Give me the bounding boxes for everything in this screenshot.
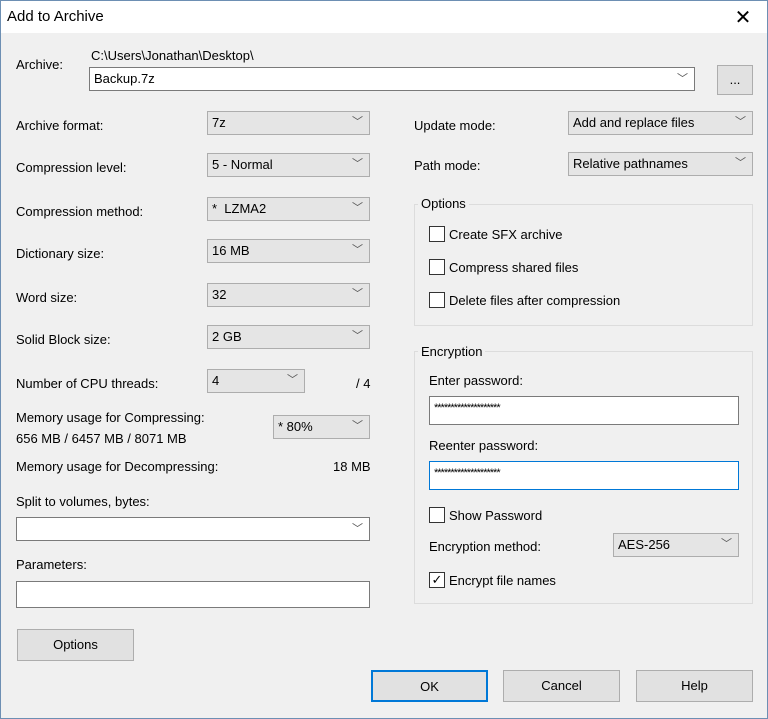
word-size-value: 32: [212, 287, 227, 302]
chevron-down-icon: ﹀: [352, 158, 363, 170]
dictionary-size-label: Dictionary size:: [16, 246, 105, 261]
dictionary-size-select[interactable]: 16 MB ﹀: [207, 239, 370, 263]
path-mode-label: Path mode:: [414, 158, 481, 173]
encryption-method-label: Encryption method:: [429, 539, 542, 554]
options-group-title: Options: [418, 196, 469, 211]
reenter-password-input[interactable]: ********************: [429, 461, 739, 490]
archive-format-select[interactable]: 7z ﹀: [207, 111, 370, 135]
checkmark-icon: ✓: [431, 572, 443, 587]
update-mode-value: Add and replace files: [573, 115, 695, 130]
encrypt-names-label: Encrypt file names: [449, 573, 556, 588]
encryption-method-select[interactable]: AES-256 ﹀: [613, 533, 739, 557]
archive-label: Archive:: [16, 57, 63, 72]
sfx-label: Create SFX archive: [449, 227, 563, 242]
encryption-method-value: AES-256: [618, 537, 671, 552]
close-icon[interactable]: ✕: [731, 5, 755, 30]
chevron-down-icon: ﹀: [352, 288, 363, 300]
word-size-select[interactable]: 32 ﹀: [207, 283, 370, 307]
chevron-down-icon: ﹀: [352, 420, 363, 432]
chevron-down-icon: ﹀: [735, 157, 746, 169]
parameters-input[interactable]: [16, 581, 370, 608]
split-volumes-combo[interactable]: ﹀: [16, 517, 370, 541]
archive-format-label: Archive format:: [16, 118, 104, 133]
archive-format-value: 7z: [212, 115, 226, 130]
chevron-down-icon: ﹀: [721, 538, 732, 550]
path-mode-value: Relative pathnames: [573, 156, 688, 171]
shared-files-label: Compress shared files: [449, 260, 579, 275]
split-volumes-label: Split to volumes, bytes:: [16, 494, 150, 509]
archive-name-combo[interactable]: Backup.7z ﹀: [89, 67, 695, 91]
chevron-down-icon: ﹀: [352, 202, 363, 214]
show-password-checkbox[interactable]: [429, 507, 445, 523]
cancel-button[interactable]: Cancel: [503, 670, 620, 702]
chevron-down-icon: ﹀: [352, 244, 363, 256]
options-button[interactable]: Options: [17, 629, 134, 661]
help-button[interactable]: Help: [636, 670, 753, 702]
encryption-group-title: Encryption: [418, 344, 486, 359]
cpu-threads-select[interactable]: 4 ﹀: [207, 369, 305, 393]
enter-password-label: Enter password:: [429, 373, 523, 388]
compression-level-select[interactable]: 5 - Normal ﹀: [207, 153, 370, 177]
chevron-down-icon: ﹀: [677, 73, 688, 85]
reenter-password-label: Reenter password:: [429, 438, 539, 453]
archive-name: Backup.7z: [94, 71, 155, 86]
cpu-threads-max: / 4: [356, 376, 371, 391]
update-mode-label: Update mode:: [414, 118, 496, 133]
memory-usage-select[interactable]: * 80% ﹀: [273, 415, 370, 439]
sfx-checkbox[interactable]: [429, 226, 445, 242]
update-mode-select[interactable]: Add and replace files ﹀: [568, 111, 753, 135]
dictionary-size-value: 16 MB: [212, 243, 250, 258]
delete-after-label: Delete files after compression: [449, 293, 621, 308]
word-size-label: Word size:: [16, 290, 78, 305]
shared-files-checkbox[interactable]: [429, 259, 445, 275]
compression-method-value: * LZMA2: [212, 201, 267, 216]
memory-decompress-value: 18 MB: [333, 459, 371, 474]
solid-block-value: 2 GB: [212, 329, 242, 344]
solid-block-label: Solid Block size:: [16, 332, 111, 347]
memory-decompress-label: Memory usage for Decompressing:: [16, 459, 219, 474]
chevron-down-icon: ﹀: [352, 116, 363, 128]
compression-level-value: 5 - Normal: [212, 157, 273, 172]
solid-block-select[interactable]: 2 GB ﹀: [207, 325, 370, 349]
compression-level-label: Compression level:: [16, 160, 127, 175]
encrypt-names-checkbox[interactable]: ✓: [429, 572, 445, 588]
window-title: Add to Archive: [7, 8, 104, 25]
path-mode-select[interactable]: Relative pathnames ﹀: [568, 152, 753, 176]
password-input[interactable]: ********************: [429, 396, 739, 425]
memory-compress-detail: 656 MB / 6457 MB / 8071 MB: [16, 431, 187, 446]
browse-button[interactable]: ...: [717, 65, 753, 95]
chevron-down-icon: ﹀: [735, 116, 746, 128]
cpu-threads-value: 4: [212, 373, 220, 388]
compression-method-select[interactable]: * LZMA2 ﹀: [207, 197, 370, 221]
memory-compress-label: Memory usage for Compressing:: [16, 410, 205, 425]
archive-path: C:\Users\Jonathan\Desktop\: [91, 48, 254, 63]
chevron-down-icon: ﹀: [352, 523, 363, 535]
cpu-threads-label: Number of CPU threads:: [16, 376, 159, 391]
title-bar: Add to Archive: [1, 1, 767, 33]
memory-usage-value: * 80%: [278, 419, 313, 434]
chevron-down-icon: ﹀: [352, 330, 363, 342]
ok-button[interactable]: OK: [371, 670, 488, 702]
chevron-down-icon: ﹀: [287, 374, 298, 386]
compression-method-label: Compression method:: [16, 204, 144, 219]
show-password-label: Show Password: [449, 508, 543, 523]
delete-after-checkbox[interactable]: [429, 292, 445, 308]
parameters-label: Parameters:: [16, 557, 87, 572]
